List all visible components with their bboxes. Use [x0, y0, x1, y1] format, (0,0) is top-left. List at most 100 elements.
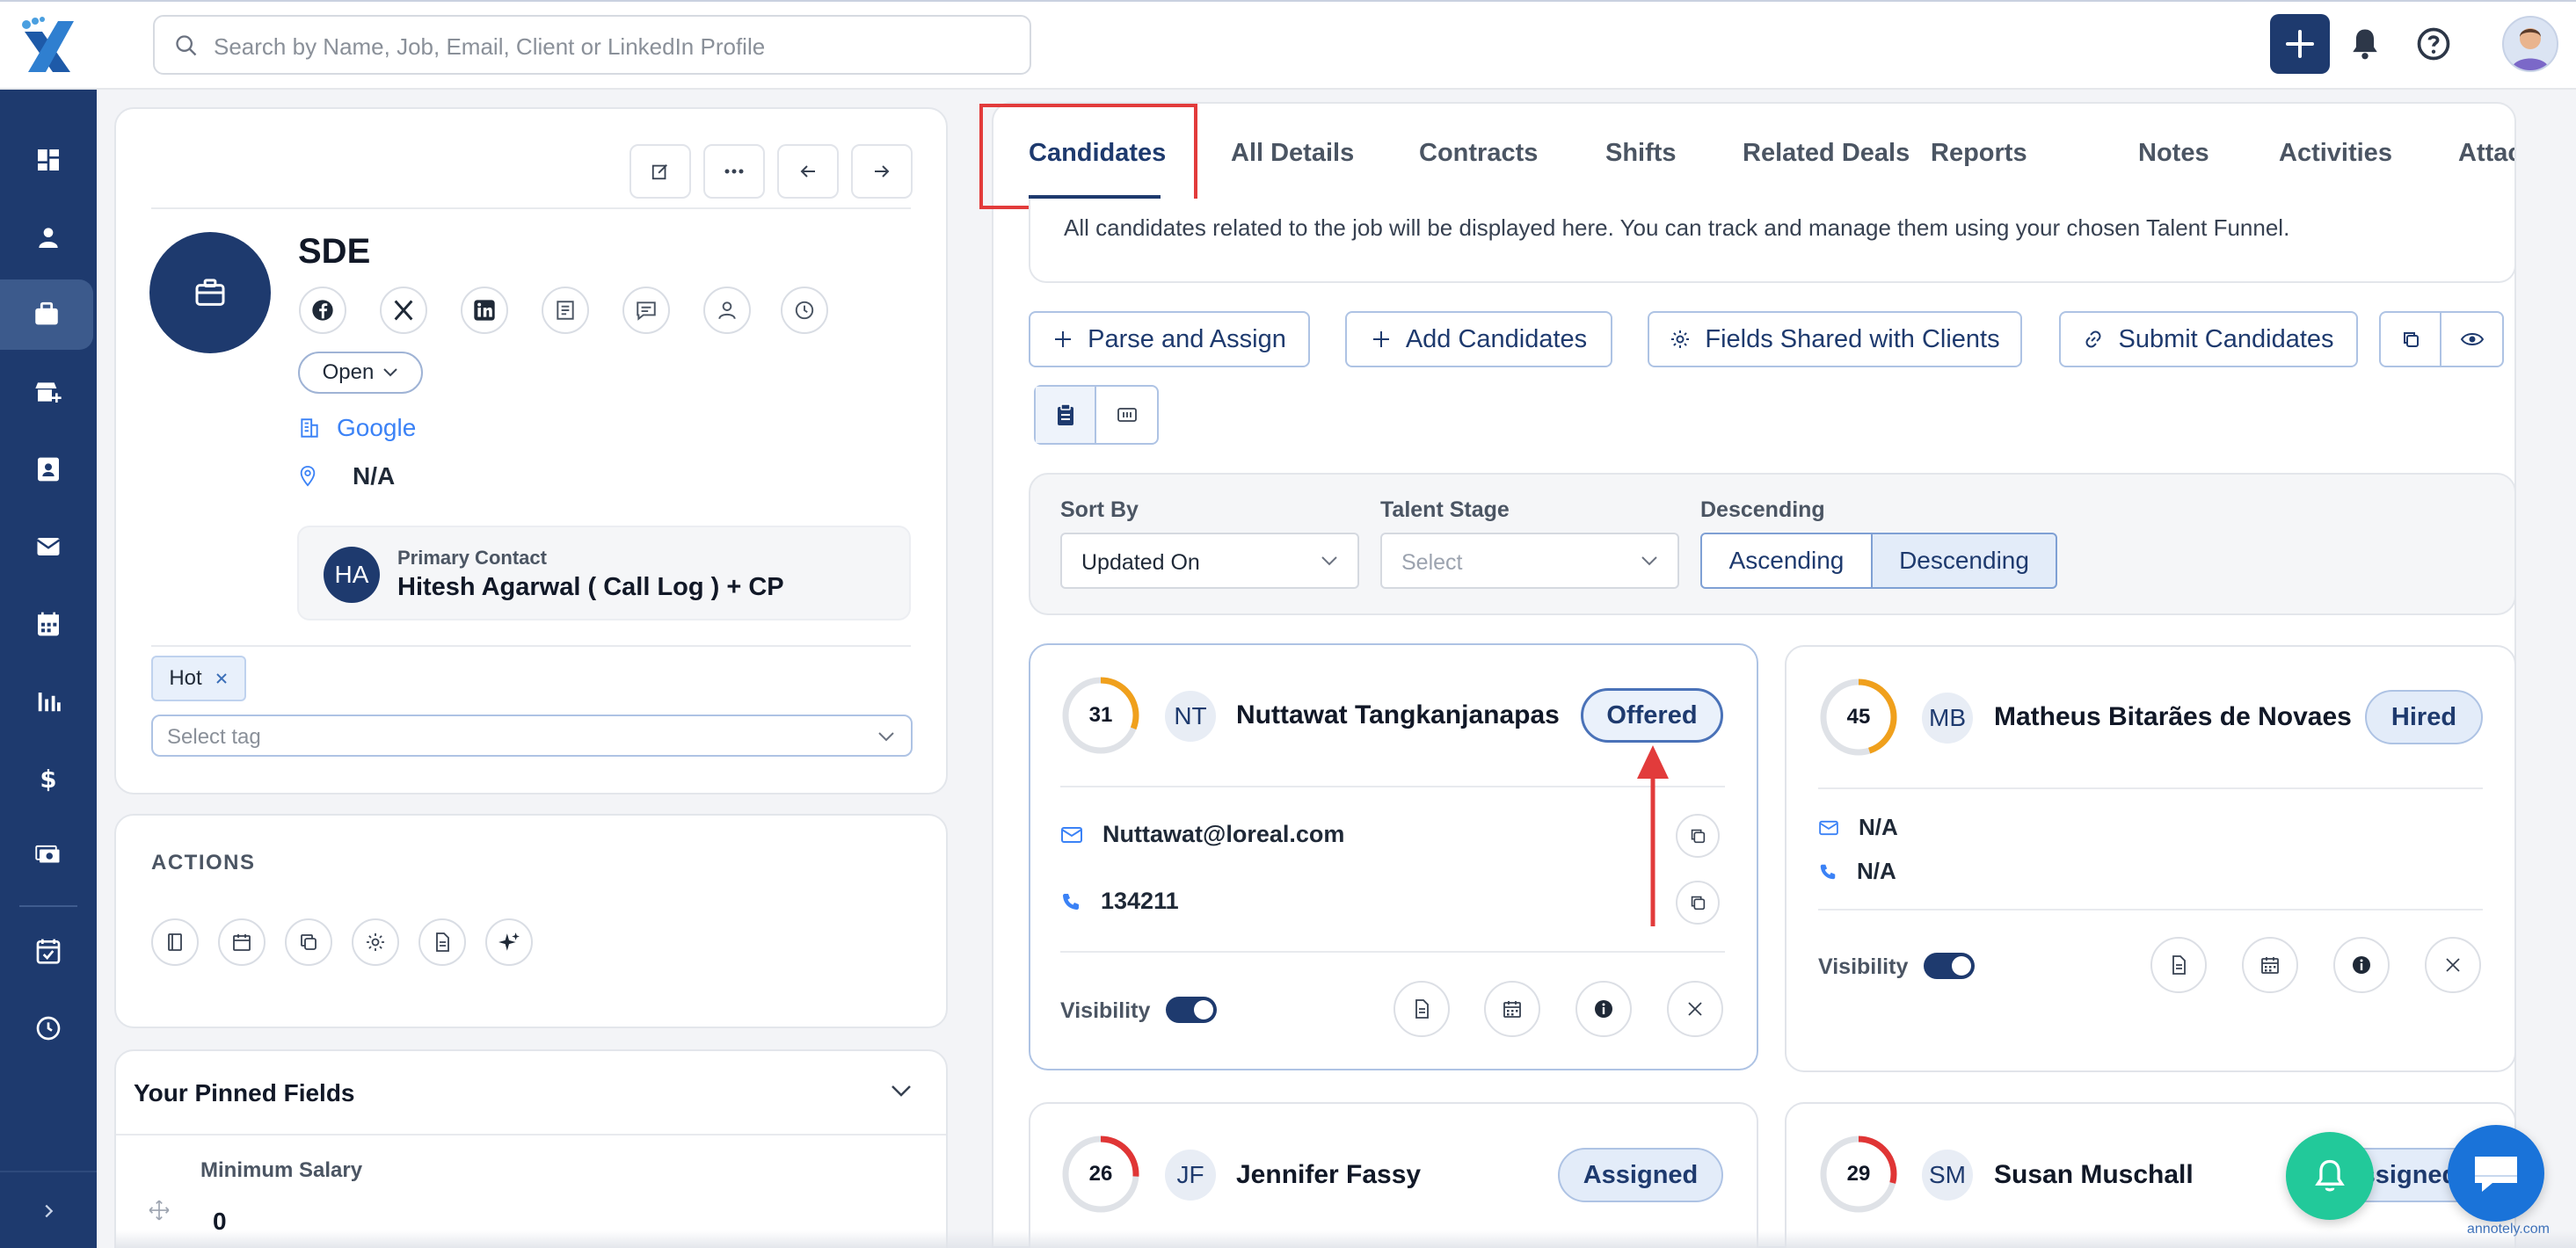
schedule-calendar-icon[interactable]: [1484, 981, 1540, 1037]
resume-doc-icon[interactable]: [2150, 937, 2207, 993]
remove-candidate-icon[interactable]: [2425, 937, 2481, 993]
user-avatar[interactable]: [2502, 16, 2558, 72]
primary-contact-box[interactable]: HA Primary Contact Hitesh Agarwal ( Call…: [297, 526, 911, 620]
edit-button[interactable]: [629, 144, 691, 199]
submit-candidates-button[interactable]: Submit Candidates: [2059, 311, 2358, 367]
candidate-phone-value: 134211: [1101, 888, 1179, 914]
tab-shifts[interactable]: Shifts: [1605, 139, 1677, 168]
info-icon[interactable]: [2333, 937, 2390, 993]
resume-doc-icon[interactable]: [1394, 981, 1450, 1037]
chat-support-icon[interactable]: [2448, 1125, 2544, 1222]
descending-button[interactable]: Descending: [1871, 533, 2057, 589]
job-status-value: Open: [322, 360, 375, 384]
visibility-toggle[interactable]: [1166, 997, 1217, 1023]
sidebar-item-dashboard[interactable]: [0, 125, 97, 195]
add-candidates-button[interactable]: Add Candidates: [1345, 311, 1612, 367]
candidate-score: 26: [1088, 1162, 1113, 1186]
help-icon[interactable]: [2414, 25, 2453, 63]
sort-by-select[interactable]: Updated On: [1060, 533, 1359, 589]
sidebar-item-deals[interactable]: [0, 357, 97, 427]
search-icon: [174, 33, 199, 58]
parse-and-assign-button[interactable]: Parse and Assign: [1029, 311, 1310, 367]
x-twitter-icon[interactable]: [380, 287, 427, 334]
remove-candidate-icon[interactable]: [1667, 981, 1723, 1037]
candidate-avatar: JF: [1165, 1150, 1216, 1201]
remove-tag-icon[interactable]: [215, 671, 229, 686]
tab-related-deals[interactable]: Related Deals: [1743, 139, 1910, 168]
person-icon[interactable]: [703, 287, 751, 334]
chevron-down-icon: [877, 731, 895, 742]
talent-stage-select[interactable]: Select: [1380, 533, 1679, 589]
contact-avatar: HA: [324, 547, 380, 603]
collapse-chevron-icon[interactable]: [890, 1083, 913, 1099]
sidebar-item-timesheet[interactable]: [0, 993, 97, 1063]
sidebar-item-jobs[interactable]: [0, 279, 93, 350]
sidebar-item-calendar[interactable]: [0, 589, 97, 659]
stage-badge[interactable]: Assigned: [1558, 1148, 1723, 1202]
copy-view-icon[interactable]: [2381, 313, 2442, 366]
sidebar-item-reports[interactable]: [0, 666, 97, 736]
ai-sparkle-icon[interactable]: [485, 918, 533, 966]
kanban-view-icon[interactable]: [1096, 387, 1157, 443]
tab-notes[interactable]: Notes: [2138, 139, 2209, 168]
company-link[interactable]: Google: [298, 414, 416, 442]
previous-button[interactable]: [777, 144, 839, 199]
fields-shared-with-clients-button[interactable]: Fields Shared with Clients: [1648, 311, 2022, 367]
notifications-bell-icon[interactable]: [2346, 25, 2384, 63]
duplicate-icon[interactable]: [285, 918, 332, 966]
file-text-icon[interactable]: [418, 918, 466, 966]
sidebar-expand-chevron-icon[interactable]: [0, 1176, 97, 1246]
copy-email-icon[interactable]: [1676, 814, 1720, 858]
candidate-score: 45: [1846, 705, 1871, 729]
app-logo-icon[interactable]: [16, 12, 83, 79]
sidebar-item-contacts[interactable]: [0, 434, 97, 504]
eye-icon[interactable]: [2441, 313, 2502, 366]
building-icon: [298, 417, 321, 439]
tab-activities[interactable]: Activities: [2279, 139, 2392, 168]
ascending-button[interactable]: Ascending: [1700, 533, 1873, 589]
stage-badge[interactable]: Hired: [2365, 690, 2483, 744]
drag-handle-icon[interactable]: [148, 1199, 171, 1222]
create-new-button[interactable]: [2270, 14, 2330, 74]
next-button[interactable]: [851, 144, 913, 199]
candidate-name[interactable]: Matheus Bitarães de Novaes: [1994, 702, 2352, 732]
document-icon[interactable]: [542, 287, 589, 334]
tab-all-details[interactable]: All Details: [1231, 139, 1354, 168]
sidebar-item-billing[interactable]: $: [0, 744, 97, 814]
job-status-dropdown[interactable]: Open: [298, 352, 423, 394]
visibility-toggle[interactable]: [1924, 953, 1975, 979]
stage-badge[interactable]: Offered: [1581, 688, 1723, 743]
candidate-avatar: SM: [1922, 1150, 1973, 1201]
order-label: Descending: [1700, 497, 1825, 522]
message-icon[interactable]: [622, 287, 670, 334]
sidebar-item-payroll[interactable]: [0, 821, 97, 891]
notifications-fab-bell-icon[interactable]: [2286, 1132, 2374, 1220]
notebook-icon[interactable]: [151, 918, 199, 966]
tag-select[interactable]: Select tag: [151, 715, 913, 757]
copy-phone-icon[interactable]: [1676, 881, 1720, 925]
candidate-name[interactable]: Nuttawat Tangkanjanapas: [1236, 700, 1560, 730]
history-clock-icon[interactable]: [781, 287, 828, 334]
search-input[interactable]: Search by Name, Job, Email, Client or Li…: [153, 15, 1031, 75]
tab-reports[interactable]: Reports: [1931, 139, 2027, 168]
linkedin-icon[interactable]: [461, 287, 508, 334]
candidate-name[interactable]: Jennifer Fassy: [1236, 1160, 1421, 1190]
more-options-button[interactable]: [703, 144, 765, 199]
info-icon[interactable]: [1575, 981, 1632, 1037]
job-location: N/A: [298, 462, 395, 490]
settings-gear-icon[interactable]: [352, 918, 399, 966]
candidate-score: 31: [1088, 703, 1113, 727]
info-banner-text: All candidates related to the job will b…: [1064, 214, 2290, 241]
schedule-calendar-icon[interactable]: [2242, 937, 2298, 993]
candidate-email: Nuttawat@loreal.com: [1060, 821, 1344, 848]
sidebar-item-email[interactable]: [0, 512, 97, 582]
facebook-icon[interactable]: [299, 287, 346, 334]
clipboard-list-view-icon[interactable]: [1036, 387, 1097, 443]
tab-attachments[interactable]: Attac: [2458, 139, 2514, 168]
sidebar-item-tasks[interactable]: [0, 916, 97, 986]
sidebar-item-candidates[interactable]: [0, 202, 97, 272]
chevron-down-icon: [382, 367, 398, 378]
candidate-name[interactable]: Susan Muschall: [1994, 1160, 2194, 1190]
tab-contracts[interactable]: Contracts: [1419, 139, 1538, 168]
calendar-icon[interactable]: [218, 918, 266, 966]
